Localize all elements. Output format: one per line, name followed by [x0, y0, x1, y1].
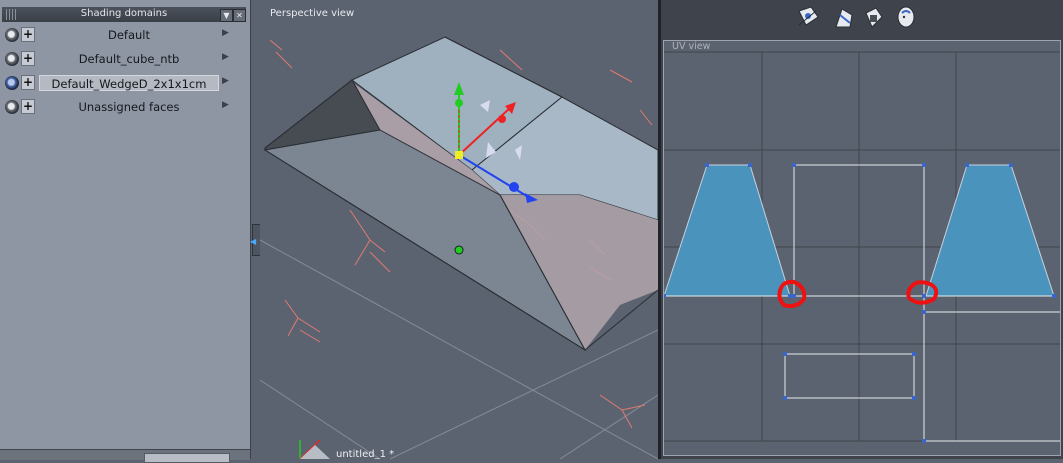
panel-menu-button[interactable]: ▼: [220, 9, 233, 22]
domain-row-default-wedge[interactable]: + Default_WedgeD_2x1x1cm ▶: [3, 73, 248, 93]
domain-label[interactable]: Default: [39, 27, 219, 43]
pivot-point[interactable]: [454, 245, 464, 255]
chevron-right-icon[interactable]: ▶: [222, 28, 229, 38]
expand-plus-button[interactable]: +: [21, 51, 35, 66]
panel-splitter[interactable]: ◀: [250, 0, 261, 459]
panel-title: Shading domains: [80, 8, 168, 19]
chevron-right-icon[interactable]: ▶: [222, 100, 229, 110]
uv-view[interactable]: UV view: [663, 40, 1061, 456]
expand-plus-button[interactable]: +: [21, 27, 35, 42]
expand-plus-button[interactable]: +: [21, 75, 35, 90]
uv-head-icon[interactable]: [894, 5, 918, 31]
chevron-right-icon[interactable]: ▶: [222, 52, 229, 62]
domain-label[interactable]: Unassigned faces: [39, 99, 219, 115]
uv-paint-icon[interactable]: [832, 5, 856, 31]
visibility-eye-icon[interactable]: [5, 76, 19, 90]
panel-footer: [0, 449, 250, 463]
collapse-arrow-icon[interactable]: ◀: [250, 237, 256, 246]
domain-row-default[interactable]: + Default ▶: [3, 25, 248, 45]
uv-face-selected[interactable]: [925, 164, 1055, 297]
uv-face-selected[interactable]: [664, 164, 791, 297]
wedge-mesh[interactable]: [263, 36, 658, 352]
uv-view-title: UV view: [672, 41, 711, 52]
uv-editor: UV view: [661, 0, 1063, 459]
chevron-right-icon[interactable]: ▶: [222, 76, 229, 86]
domain-label[interactable]: Default_cube_ntb: [39, 51, 219, 67]
shading-domains-panel: Shading domains ▼ ✕ + Default ▶ + Defaul…: [0, 0, 251, 463]
uv-bucket-icon[interactable]: [862, 5, 886, 31]
perspective-viewport[interactable]: Perspective view untitled_1 *: [260, 0, 658, 459]
domain-row-default-cube[interactable]: + Default_cube_ntb ▶: [3, 49, 248, 69]
visibility-eye-icon[interactable]: [5, 52, 19, 66]
expand-plus-button[interactable]: +: [21, 99, 35, 114]
visibility-eye-icon[interactable]: [5, 28, 19, 42]
domain-label[interactable]: Default_WedgeD_2x1x1cm: [39, 75, 219, 91]
uv-select-icon[interactable]: [796, 5, 820, 31]
uv-canvas[interactable]: [664, 41, 1060, 455]
new-domain-button[interactable]: [144, 453, 230, 463]
viewport-title: Perspective view: [270, 8, 355, 19]
document-tab[interactable]: untitled_1 *: [336, 449, 394, 459]
panel-close-button[interactable]: ✕: [233, 9, 246, 22]
panel-header[interactable]: Shading domains ▼ ✕: [2, 7, 246, 22]
visibility-eye-icon[interactable]: [5, 100, 19, 114]
domain-row-unassigned[interactable]: + Unassigned faces ▶: [3, 97, 248, 117]
axis-triad-icon: [299, 439, 330, 459]
uv-toolbar: [661, 0, 1063, 36]
perspective-canvas[interactable]: [260, 0, 658, 459]
